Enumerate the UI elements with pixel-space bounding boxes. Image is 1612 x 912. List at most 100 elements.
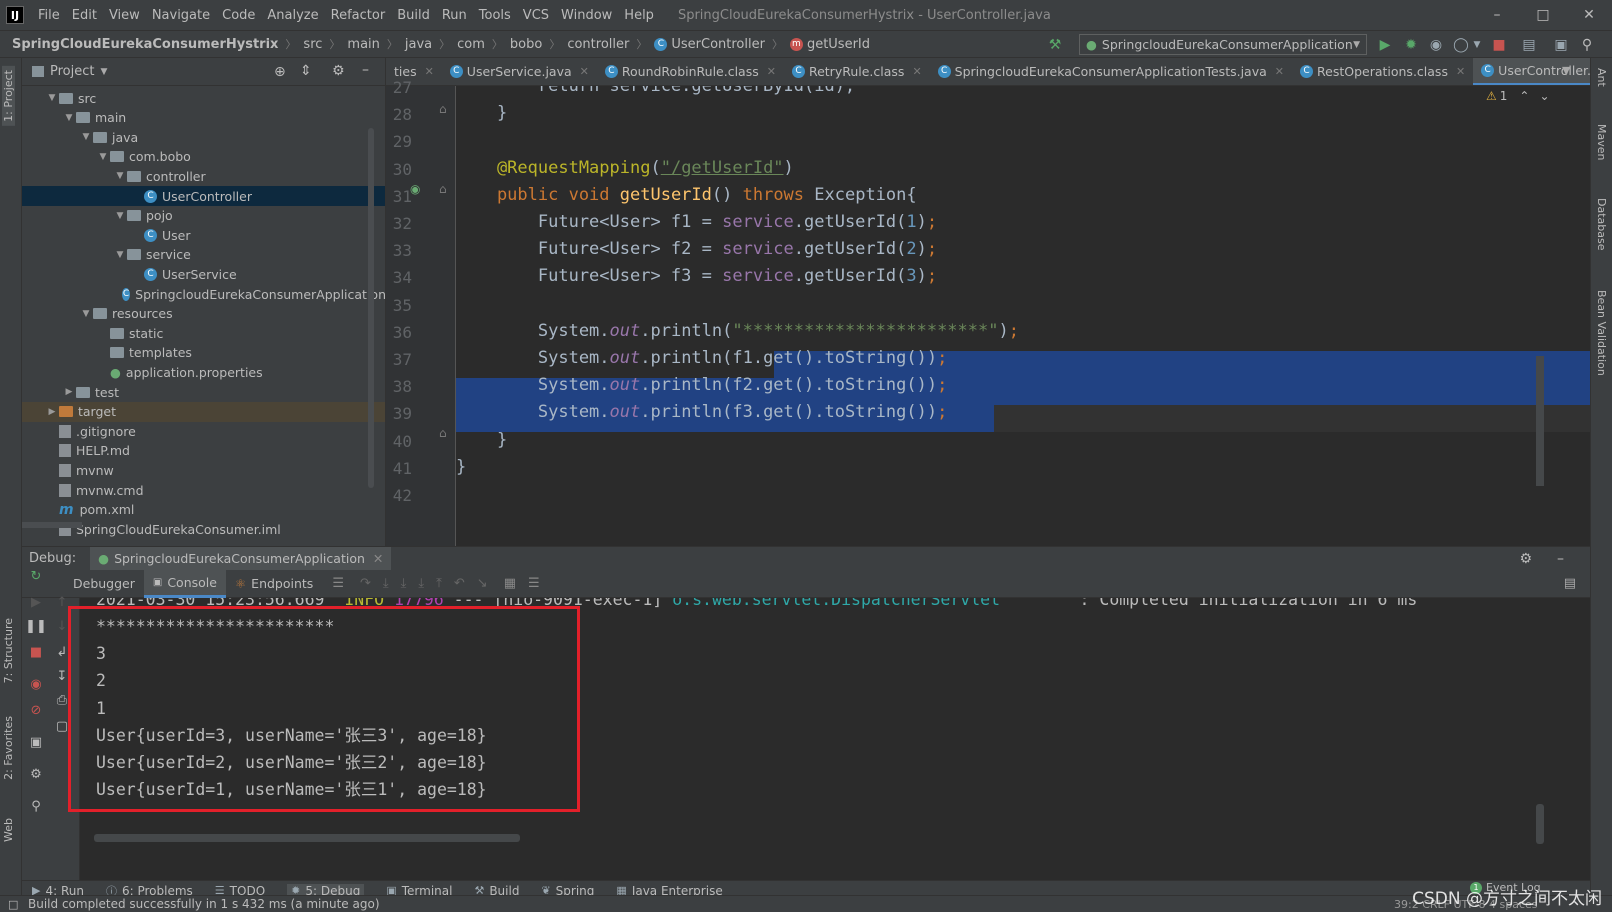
fold-marker-icon[interactable]: ⌂ [439, 102, 447, 116]
menu-view[interactable]: View [103, 8, 146, 23]
console-hscrollbar[interactable] [94, 834, 520, 842]
tree-item[interactable]: static [22, 323, 385, 343]
tree-item[interactable]: C UserController [22, 186, 385, 206]
debug-session-tab[interactable]: ● SpringcloudEurekaConsumerApplication ✕ [90, 546, 392, 571]
tree-item[interactable]: ▼ com.bobo [22, 147, 385, 167]
menu-file[interactable]: File [32, 8, 66, 23]
hide-icon[interactable]: – [362, 62, 369, 78]
tree-item[interactable]: HELP.md [22, 441, 385, 461]
gear-icon[interactable]: ⚙ [1519, 551, 1532, 567]
breadcrumb-controller[interactable]: controller [567, 37, 629, 52]
close-icon[interactable]: ✕ [1566, 0, 1612, 30]
minimize-icon[interactable]: – [1474, 0, 1520, 30]
tree-item[interactable]: C SpringcloudEurekaConsumerApplication [22, 284, 385, 304]
fold-marker-icon[interactable]: ⌂ [439, 426, 447, 440]
step-into-icon[interactable]: ⤓ [401, 576, 407, 591]
tree-item[interactable]: ▼ src [22, 88, 385, 108]
favorites-tool-tab[interactable]: 2: Favorites [2, 716, 15, 780]
hammer-build-icon[interactable]: ⚒ [1046, 36, 1064, 54]
collapse-all-icon[interactable]: ⇕ [300, 63, 312, 79]
tree-item[interactable]: ● application.properties [22, 362, 385, 382]
chevron-down-icon[interactable]: ▼ [45, 93, 59, 103]
chevron-right-icon[interactable]: ▶ [45, 407, 59, 417]
tab-overflow-icon[interactable]: ▼ [1562, 64, 1570, 77]
breadcrumb-bobo[interactable]: bobo [510, 37, 542, 52]
fold-marker-icon[interactable]: ⌂ [439, 182, 447, 196]
maximize-icon[interactable]: □ [1520, 0, 1566, 30]
tree-item[interactable]: ▼ main [22, 108, 385, 128]
inspection-widget[interactable]: ⚠ 1 ⌃ ⌄ [1486, 89, 1550, 103]
editor-tab[interactable]: C RestOperations.class ✕ [1292, 58, 1473, 85]
editor-tab[interactable]: C RetryRule.class ✕ [784, 58, 930, 85]
tab-endpoints[interactable]: ⚛ Endpoints [226, 570, 322, 598]
chevron-down-icon[interactable]: ▼ [79, 309, 93, 319]
editor-tab[interactable]: C RoundRobinRule.class ✕ [597, 58, 784, 85]
rerun-icon[interactable]: ↻ [28, 568, 44, 584]
menu-run[interactable]: Run [436, 8, 473, 23]
chevron-down-icon[interactable]: ▼ [62, 113, 76, 123]
tree-item[interactable]: ▼ java [22, 127, 385, 147]
drop-frame-icon[interactable]: ↶ [454, 576, 465, 591]
search-icon[interactable]: ⚲ [1578, 36, 1596, 54]
project-tool-tab[interactable]: 1: Project [2, 66, 15, 126]
run-to-cursor-icon[interactable]: ↘ [477, 576, 488, 591]
tree-hscrollbar[interactable] [22, 522, 82, 528]
code-editor[interactable]: return service.getUserById(id); } @Reque… [456, 86, 1590, 546]
database-tool-tab[interactable]: Database [1595, 198, 1608, 251]
breadcrumb-class[interactable]: UserController [671, 37, 765, 52]
close-icon[interactable]: ✕ [580, 65, 589, 78]
chevron-down-icon[interactable]: ▼ [113, 250, 127, 260]
menu-navigate[interactable]: Navigate [146, 8, 216, 23]
breadcrumb-project[interactable]: SpringCloudEurekaConsumerHystrix [12, 37, 278, 52]
show-execution-point-icon[interactable]: ↷ [360, 576, 371, 591]
editor-scrollbar[interactable] [1536, 356, 1544, 486]
step-over-icon[interactable]: ⤓ [383, 576, 389, 591]
tree-item[interactable]: ▼ pojo [22, 206, 385, 226]
hide-icon[interactable]: – [1557, 551, 1564, 567]
menu-window[interactable]: Window [555, 8, 618, 23]
editor-tab[interactable]: C SpringcloudEurekaConsumerApplicationTes… [930, 58, 1292, 85]
tree-item[interactable]: ▼ service [22, 245, 385, 265]
menu-vcs[interactable]: VCS [517, 8, 555, 23]
chevron-down-icon[interactable]: ▼ [79, 132, 93, 142]
breadcrumb-src[interactable]: src [303, 37, 322, 52]
editor-tab[interactable]: CUserController.java✕ [1473, 58, 1590, 85]
tab-debugger[interactable]: Debugger [64, 570, 144, 598]
menu-tools[interactable]: Tools [473, 8, 517, 23]
debug-icon[interactable]: ✹ [1402, 36, 1420, 54]
status-toggle-icon[interactable]: □ [8, 898, 18, 911]
menu-help[interactable]: Help [618, 8, 660, 23]
menu-lines-icon[interactable]: ☰ [332, 576, 344, 591]
breadcrumb-com[interactable]: com [457, 37, 485, 52]
tree-item[interactable]: .gitignore [22, 421, 385, 441]
project-view-title[interactable]: Project [50, 64, 94, 79]
tree-item[interactable]: m pom.xml [22, 500, 385, 520]
gear-icon[interactable]: ⚙ [28, 766, 44, 782]
camera-icon[interactable]: ▣ [28, 734, 44, 750]
tree-item[interactable]: mvnw [22, 460, 385, 480]
stop-icon[interactable]: ■ [28, 644, 44, 660]
tree-item[interactable]: mvnw.cmd [22, 480, 385, 500]
chevron-down-icon[interactable]: ▼ [113, 211, 127, 221]
structure-tool-tab[interactable]: 7: Structure [2, 618, 15, 683]
close-icon[interactable]: ✕ [912, 65, 921, 78]
layout-icon[interactable]: ▣ [1552, 36, 1570, 54]
breadcrumb-main[interactable]: main [347, 37, 379, 52]
tree-scrollbar[interactable] [368, 128, 374, 488]
close-icon[interactable]: ✕ [1275, 65, 1284, 78]
trace-icon[interactable]: ☰ [528, 576, 540, 591]
tree-item[interactable]: ▼ controller [22, 166, 385, 186]
tab-console[interactable]: ▣ Console [143, 569, 226, 598]
resume-icon[interactable]: ▶ [28, 594, 44, 610]
menu-analyze[interactable]: Analyze [261, 8, 324, 23]
close-icon[interactable]: ✕ [1456, 65, 1465, 78]
menu-refactor[interactable]: Refactor [325, 8, 392, 23]
view-breakpoints-icon[interactable]: ◉ [28, 676, 44, 692]
chevron-down-icon[interactable]: ▼ [113, 171, 127, 181]
tree-item[interactable]: ▶ target [22, 401, 385, 422]
tree-item[interactable]: templates [22, 343, 385, 363]
bean-validation-tool-tab[interactable]: Bean Validation [1595, 290, 1608, 376]
menu-code[interactable]: Code [216, 8, 261, 23]
tree-item[interactable]: C User [22, 225, 385, 245]
close-icon[interactable]: ✕ [767, 65, 776, 78]
